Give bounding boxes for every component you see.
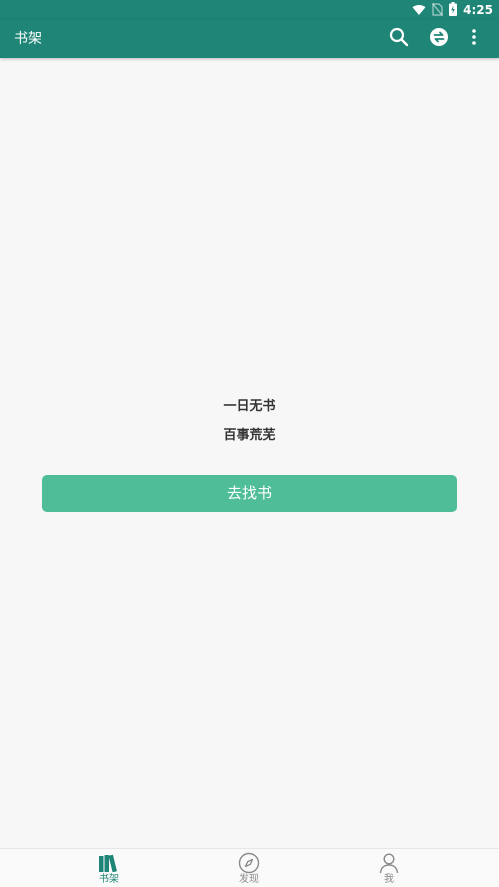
sync-button[interactable] [427, 27, 451, 51]
nav-item-discover[interactable]: 发现 [209, 849, 289, 887]
empty-message-line2: 百事荒芜 [223, 428, 276, 443]
find-books-button[interactable]: 去找书 [42, 475, 457, 512]
status-time: 4:25 [463, 3, 493, 17]
no-sim-icon [432, 1, 444, 20]
bookshelf-icon [98, 852, 120, 874]
search-button[interactable] [387, 27, 411, 51]
nav-item-bookshelf[interactable]: 书架 [69, 849, 149, 887]
search-icon [389, 27, 409, 51]
page-title: 书架 [14, 31, 42, 47]
more-options-button[interactable] [462, 27, 486, 51]
compass-icon [238, 852, 260, 874]
bottom-nav: 书架 发现 我 [0, 848, 499, 887]
nav-label-me: 我 [384, 874, 394, 885]
app-toolbar: 书架 [0, 20, 499, 58]
wifi-icon [412, 1, 426, 20]
status-icons: 4:25 [412, 1, 493, 20]
more-vert-icon [471, 28, 477, 50]
battery-charging-icon [449, 1, 458, 20]
sync-icon [429, 27, 449, 51]
nav-label-bookshelf: 书架 [99, 874, 119, 885]
person-icon [378, 852, 400, 874]
nav-item-me[interactable]: 我 [349, 849, 429, 887]
app-screen: 4:25 书架 一日无书 百事荒芜 去找书 书架 发现 我 [0, 0, 499, 887]
status-bar: 4:25 [0, 0, 499, 20]
nav-label-discover: 发现 [239, 874, 259, 885]
empty-message-line1: 一日无书 [223, 399, 276, 414]
